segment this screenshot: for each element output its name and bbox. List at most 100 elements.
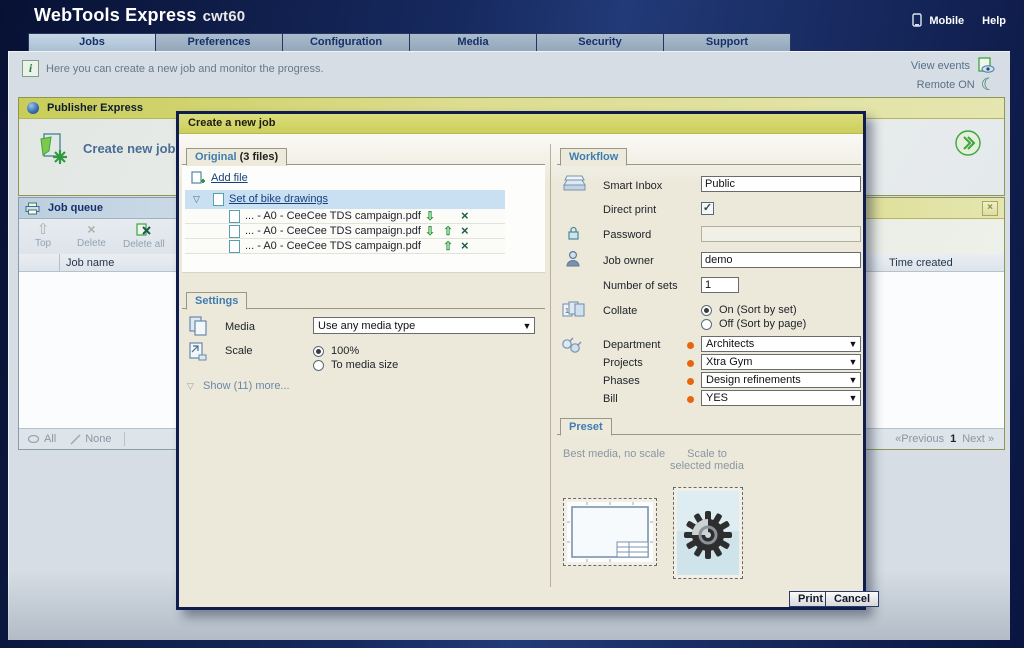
direct-print-label: Direct print [603,204,656,216]
move-down-icon[interactable]: ⇩ [425,209,435,223]
select-none-label: None [85,433,111,445]
remove-file-icon[interactable]: × [461,223,469,238]
move-up-icon[interactable]: ⇧ [443,239,453,253]
job-owner-label: Job owner [603,255,654,267]
projects-select[interactable]: Xtra Gym ▼ [701,354,861,370]
accounting-stamps-icon [559,336,583,356]
view-events-label: View events [911,60,970,72]
file-set-row[interactable]: ▽ Set of bike drawings [185,190,505,209]
view-events-button[interactable]: View events [911,57,996,74]
chevron-down-icon: ▼ [520,321,534,331]
select-all-icon [27,434,40,444]
department-label: Department [603,339,660,351]
tab-media[interactable]: Media [410,33,537,51]
collapse-set-icon[interactable]: ▽ [193,194,200,205]
projects-label: Projects [603,357,643,369]
collate-on-label: On (Sort by set) [719,304,797,316]
app-title-text: WebTools Express [34,5,197,25]
printer-icon [25,202,40,215]
preset-option-2-thumbnail[interactable] [673,487,743,579]
file-row[interactable]: ... - A0 - CeeCee TDS campaign.pdf ⇩ × [185,209,505,224]
settings-tab-label: Settings [195,295,238,307]
next-page-button[interactable]: Next » [962,433,994,445]
delete-label: Delete [77,238,106,249]
show-more-link[interactable]: Show (11) more... [203,380,290,392]
scale-icon [187,341,209,363]
file-document-icon [229,240,240,253]
publisher-sphere-icon [27,102,39,114]
tab-support[interactable]: Support [664,33,791,51]
department-select-value: Architects [702,338,846,350]
delete-all-button[interactable]: Delete all [123,223,165,250]
preset-option-1-thumbnail[interactable] [563,498,657,566]
select-all-button[interactable]: All [19,433,56,445]
show-more-expander-icon[interactable]: ▽ [187,381,194,392]
file-document-icon [229,210,240,223]
file-row[interactable]: ... - A0 - CeeCee TDS campaign.pdf ⇩ ⇧ × [185,224,505,239]
number-of-sets-input[interactable] [701,277,739,293]
file-document-icon [229,225,240,238]
phases-label: Phases [603,375,640,387]
add-file-label: Add file [211,172,248,184]
close-panel-icon[interactable]: × [982,201,998,216]
settings-section-tab: Settings [186,292,247,310]
department-select[interactable]: Architects ▼ [701,336,861,352]
tab-preferences[interactable]: Preferences [156,33,283,51]
media-select[interactable]: Use any media type ▼ [313,317,535,334]
tab-configuration[interactable]: Configuration [283,33,410,51]
remote-toggle[interactable]: Remote ON ☾ [917,78,996,92]
view-events-icon [976,57,996,74]
collate-icon: 1 [561,300,585,320]
add-file-button[interactable]: Add file [191,171,248,185]
collate-label: Collate [603,305,637,317]
job-name-column-label[interactable]: Job name [60,257,114,269]
media-select-value: Use any media type [314,320,520,332]
tab-security[interactable]: Security [537,33,664,51]
move-up-icon[interactable]: ⇧ [443,224,453,238]
scale-100-radio[interactable] [313,346,324,357]
file-row[interactable]: ... - A0 - CeeCee TDS campaign.pdf ⇧ × [185,239,505,254]
delete-all-icon [136,223,152,237]
previous-page-button[interactable]: «Previous [895,433,944,445]
phases-select[interactable]: Design refinements ▼ [701,372,861,388]
gear-image [677,491,739,575]
scale-100-label: 100% [331,345,359,357]
mobile-label: Mobile [929,15,964,27]
scale-to-media-radio[interactable] [313,360,324,371]
bill-select[interactable]: YES ▼ [701,390,861,406]
top-button[interactable]: ⇧ Top [35,223,51,249]
collate-on-radio[interactable] [701,305,712,316]
preset-tab-label: Preset [569,421,603,433]
workflow-section-tab: Workflow [560,148,627,166]
number-of-sets-label: Number of sets [603,280,678,292]
cancel-button[interactable]: Cancel [825,591,879,607]
remove-file-icon[interactable]: × [461,238,469,253]
chevron-down-icon: ▼ [846,375,860,385]
collate-off-radio[interactable] [701,319,712,330]
smart-inbox-input[interactable] [701,176,861,192]
bill-label: Bill [603,393,618,405]
remove-file-icon[interactable]: × [461,208,469,223]
select-none-button[interactable]: None [56,433,111,445]
svg-text:1: 1 [565,308,569,315]
create-new-job-icon [35,131,69,165]
tab-jobs[interactable]: Jobs [28,33,156,51]
help-label: Help [982,15,1006,27]
job-queue-title: Job queue [48,202,103,214]
job-owner-input[interactable] [701,252,861,268]
help-button[interactable]: Help [982,15,1006,27]
delete-button[interactable]: × Delete [77,223,106,249]
mobile-button[interactable]: Mobile [911,13,964,28]
add-file-icon [191,171,205,185]
select-column [19,254,60,271]
create-new-job-button[interactable]: Create new job [35,131,175,165]
move-down-icon[interactable]: ⇩ [425,224,435,238]
required-dot [687,342,694,349]
file-name: ... - A0 - CeeCee TDS campaign.pdf [245,240,421,252]
remote-icon: ☾ [981,78,996,92]
expand-chevron-icon[interactable] [954,129,982,157]
direct-print-checkbox[interactable] [701,202,714,215]
required-dot [687,360,694,367]
projects-select-value: Xtra Gym [702,356,846,368]
dialog-title: Create a new job [179,114,863,134]
